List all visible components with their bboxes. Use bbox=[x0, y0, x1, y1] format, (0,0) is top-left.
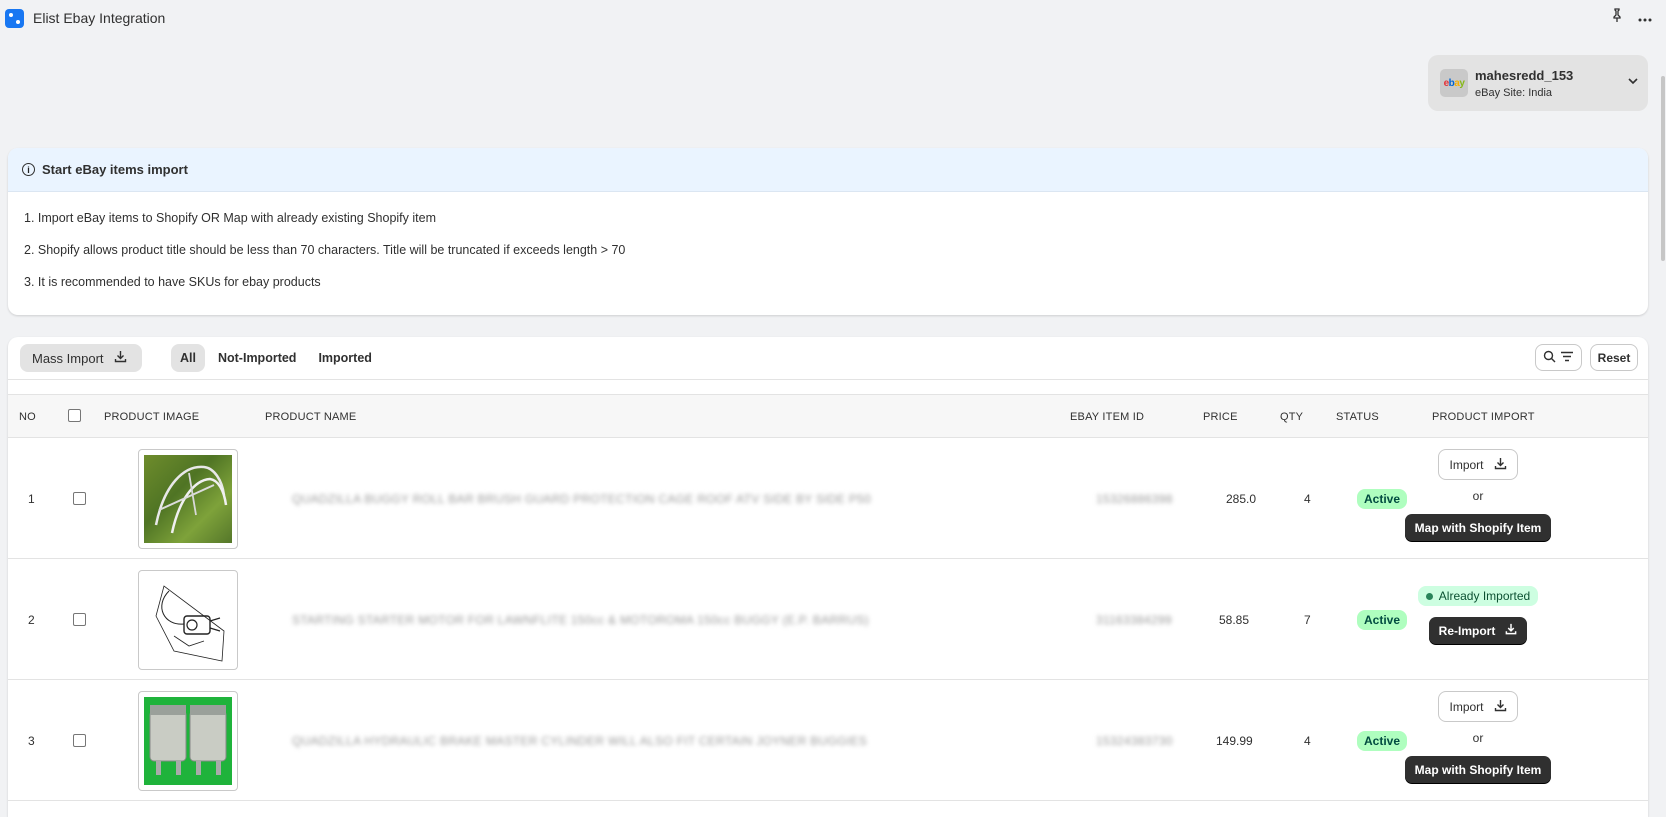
product-image bbox=[138, 449, 238, 549]
or-text: or bbox=[1472, 489, 1484, 503]
row-checkbox[interactable] bbox=[73, 559, 86, 680]
header-product-name: PRODUCT NAME bbox=[265, 411, 357, 423]
row-checkbox[interactable] bbox=[73, 438, 86, 559]
page-scrollbar[interactable] bbox=[1658, 36, 1666, 811]
header-no: NO bbox=[19, 411, 36, 423]
ebay-item-id: 31163384299 bbox=[1096, 612, 1172, 627]
account-selector[interactable]: ebay mahesredd_153 eBay Site: India bbox=[1428, 55, 1648, 111]
quantity: 7 bbox=[1304, 612, 1311, 627]
mass-import-button[interactable]: Mass Import bbox=[20, 344, 142, 372]
banner-item: 3. It is recommended to have SKUs for eb… bbox=[24, 275, 321, 289]
tab-imported[interactable]: Imported bbox=[309, 344, 380, 372]
account-site: eBay Site: India bbox=[1475, 86, 1553, 99]
product-import-cell: Import or Map with Shopify Item bbox=[1388, 680, 1568, 801]
row-number: 3 bbox=[28, 733, 35, 748]
info-icon: i bbox=[22, 163, 35, 176]
re-import-button[interactable]: Re-Import bbox=[1428, 617, 1528, 644]
search-icon bbox=[1543, 350, 1556, 366]
header-qty: QTY bbox=[1280, 411, 1304, 423]
scrollbar-thumb[interactable] bbox=[1661, 76, 1665, 261]
product-import-cell: Already Imported Re-Import bbox=[1388, 559, 1568, 680]
pin-icon[interactable] bbox=[1610, 8, 1624, 27]
app-topbar: Elist Ebay Integration bbox=[0, 0, 1666, 36]
import-info-banner: i Start eBay items import 1. Import eBay… bbox=[8, 148, 1648, 315]
header-product-image: PRODUCT IMAGE bbox=[104, 411, 200, 423]
row-number: 1 bbox=[28, 491, 35, 506]
select-all-checkbox[interactable] bbox=[68, 395, 81, 439]
table-header: NO PRODUCT IMAGE PRODUCT NAME EBAY ITEM … bbox=[8, 394, 1648, 438]
table-toolbar: Mass Import All Not-Imported Imported Re… bbox=[8, 337, 1648, 380]
banner-header: i Start eBay items import bbox=[8, 148, 1648, 192]
app-logo-icon bbox=[5, 8, 24, 28]
header-product-import: PRODUCT IMPORT bbox=[1432, 411, 1535, 423]
tab-not-imported[interactable]: Not-Imported bbox=[209, 344, 305, 372]
download-icon bbox=[114, 350, 127, 366]
price: 149.99 bbox=[1216, 733, 1253, 748]
header-ebay-item-id: EBAY ITEM ID bbox=[1070, 411, 1145, 423]
app-title: Elist Ebay Integration bbox=[33, 10, 166, 26]
price: 58.85 bbox=[1219, 612, 1250, 627]
ebay-item-id: 15324383730 bbox=[1096, 733, 1173, 748]
import-button[interactable]: Import bbox=[1438, 691, 1518, 722]
header-price: PRICE bbox=[1203, 411, 1238, 423]
map-with-shopify-button[interactable]: Map with Shopify Item bbox=[1404, 756, 1552, 783]
tab-all[interactable]: All bbox=[171, 344, 205, 372]
download-icon bbox=[1505, 623, 1517, 638]
or-text: or bbox=[1472, 731, 1484, 745]
table-row: 2 STARTING STARTER MOTOR FOR LAWNFLITE 1… bbox=[8, 559, 1648, 680]
top-actions bbox=[1610, 8, 1652, 27]
table-row: 1 QUADZILLA BUGGY ROLL BAR BRUSH GUARD P… bbox=[8, 438, 1648, 559]
table-row: 3 QUADZILLA HYDRAULIC BRAKE MASTER CYLIN… bbox=[8, 680, 1648, 801]
reset-button[interactable]: Reset bbox=[1590, 344, 1638, 371]
quantity: 4 bbox=[1304, 733, 1311, 748]
banner-item: 1. Import eBay items to Shopify OR Map w… bbox=[24, 211, 436, 225]
banner-list: 1. Import eBay items to Shopify OR Map w… bbox=[8, 192, 1648, 298]
row-checkbox[interactable] bbox=[73, 680, 86, 801]
product-import-cell: Import or Map with Shopify Item bbox=[1388, 438, 1568, 559]
product-name: QUADZILLA BUGGY ROLL BAR BRUSH GUARD PRO… bbox=[292, 491, 872, 506]
products-table-card: Mass Import All Not-Imported Imported Re… bbox=[8, 337, 1648, 817]
product-name: QUADZILLA HYDRAULIC BRAKE MASTER CYLINDE… bbox=[292, 733, 868, 748]
chevron-down-icon[interactable] bbox=[1628, 74, 1638, 88]
row-number: 2 bbox=[28, 612, 35, 627]
map-with-shopify-button[interactable]: Map with Shopify Item bbox=[1404, 514, 1552, 541]
filter-tabs: All Not-Imported Imported bbox=[171, 344, 381, 372]
product-name: STARTING STARTER MOTOR FOR LAWNFLITE 150… bbox=[292, 612, 869, 627]
status-dot-icon bbox=[1425, 592, 1433, 600]
download-icon bbox=[1494, 699, 1507, 715]
price: 285.0 bbox=[1226, 491, 1257, 506]
header-status: STATUS bbox=[1336, 411, 1379, 423]
ebay-item-id: 15326886398 bbox=[1096, 491, 1173, 506]
product-image bbox=[138, 691, 238, 791]
more-icon[interactable] bbox=[1638, 9, 1652, 26]
already-imported-badge: Already Imported bbox=[1417, 586, 1539, 606]
download-icon bbox=[1494, 457, 1507, 473]
banner-title: Start eBay items import bbox=[42, 162, 188, 177]
account-name: mahesredd_153 bbox=[1475, 67, 1574, 83]
banner-item: 2. Shopify allows product title should b… bbox=[24, 243, 626, 257]
search-filter-button[interactable] bbox=[1535, 344, 1582, 371]
filter-icon bbox=[1560, 350, 1574, 365]
ebay-logo-icon: ebay bbox=[1440, 69, 1468, 97]
import-button[interactable]: Import bbox=[1438, 449, 1518, 480]
quantity: 4 bbox=[1304, 491, 1311, 506]
product-image bbox=[138, 570, 238, 670]
